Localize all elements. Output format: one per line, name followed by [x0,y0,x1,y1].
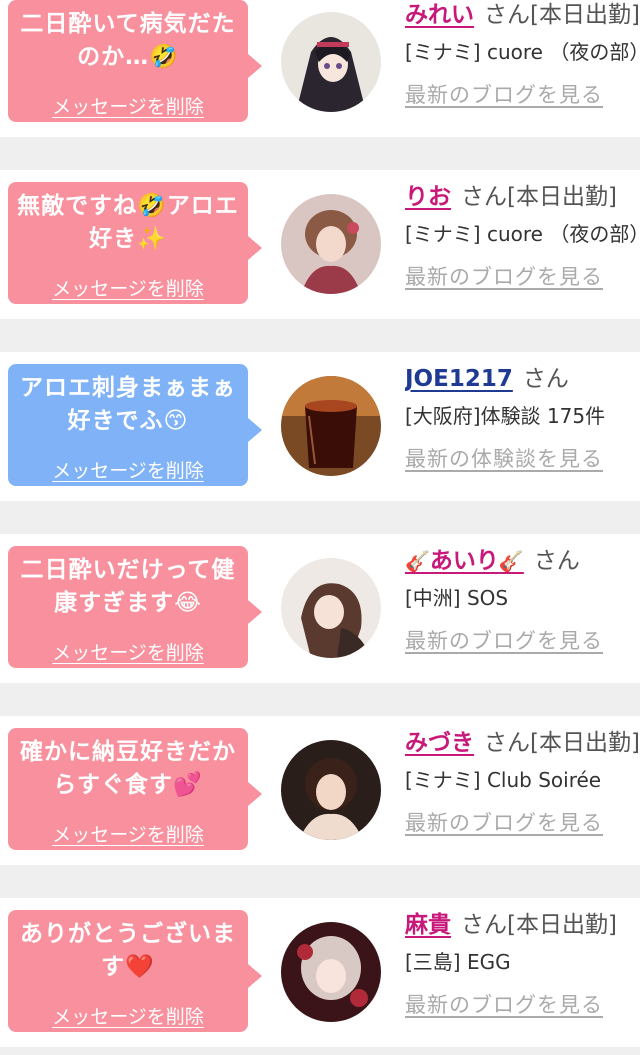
sender-suffix: さん[本日出勤] [461,912,617,938]
message-text: アロエ刺身まぁまぁ好きでふ😙 [20,375,236,434]
latest-blog-link[interactable]: 最新のブログを見る [405,626,640,656]
message-text: 無敵ですね🤣アロエ好き✨ [17,193,239,252]
message-bubble: 二日酔いだけって健康すぎます😂 メッセージを削除 [8,546,262,668]
avatar[interactable] [281,922,381,1022]
sender-info: みづき さん[本日出勤] [ミナミ] Club Soirée 最新のブログを見る [405,726,640,838]
sender-name-text: あいり [429,548,499,574]
sender-name-link[interactable]: みづき [405,730,474,756]
sender-info: 麻貴 さん[本日出勤] [三島] EGG 最新のブログを見る [405,908,640,1020]
message-bubble: ありがとうございます❤️ メッセージを削除 [8,910,262,1032]
shop-label: [ミナミ] cuore （夜の部） [405,40,640,64]
latest-blog-link[interactable]: 最新のブログを見る [405,262,640,292]
sender-name-link[interactable]: 🎸あいり🎸 [405,548,524,574]
sender-info: りお さん[本日出勤] [ミナミ] cuore （夜の部） 最新のブログを見る [405,180,640,292]
message-card: 無敵ですね🤣アロエ好き✨ メッセージを削除 りお さん[本日出勤] [ミナミ] c… [0,170,640,319]
sender-suffix: さん [533,548,580,574]
message-text: ありがとうございます❤️ [20,921,236,980]
delete-message-link[interactable]: メッセージを削除 [52,92,204,119]
sender-info: みれい さん[本日出勤] [ミナミ] cuore （夜の部） 最新のブログを見る [405,0,640,110]
avatar[interactable] [281,740,381,840]
delete-message-link[interactable]: メッセージを削除 [52,456,204,483]
message-card: アロエ刺身まぁまぁ好きでふ😙 メッセージを削除 JOE1217 さん [大阪府]体… [0,352,640,501]
message-text: 二日酔いだけって健康すぎます😂 [20,557,236,616]
avatar[interactable] [281,12,381,112]
message-bubble: 確かに納豆好きだからすぐ食す💕 メッセージを削除 [8,728,262,850]
delete-message-link[interactable]: メッセージを削除 [52,1002,204,1029]
shop-label: [中洲] SOS [405,586,509,610]
message-bubble: アロエ刺身まぁまぁ好きでふ😙 メッセージを削除 [8,364,262,486]
guitar-icon: 🎸 [498,549,524,573]
shop-label: [三島] EGG [405,950,511,974]
message-bubble: 二日酔いて病気だたのか…🤣 メッセージを削除 [8,0,262,122]
message-card: ありがとうございます❤️ メッセージを削除 麻貴 さん[本日出勤] [三島] EG… [0,898,640,1047]
message-card: 確かに納豆好きだからすぐ食す💕 メッセージを削除 みづき さん[本日出勤] [ミナ… [0,716,640,865]
shop-label: [ミナミ] Club Soirée [405,768,602,792]
sender-info: 🎸あいり🎸 さん [中洲] SOS 最新のブログを見る [405,544,640,656]
avatar[interactable] [281,376,381,476]
sender-info: JOE1217 さん [大阪府]体験談 175件 最新の体験談を見る [405,362,640,474]
latest-review-link[interactable]: 最新の体験談を見る [405,444,640,474]
delete-message-link[interactable]: メッセージを削除 [52,820,204,847]
sender-suffix: さん[本日出勤] [484,730,640,756]
avatar[interactable] [281,194,381,294]
sender-name-link[interactable]: りお [405,184,451,210]
shop-label: [大阪府]体験談 175件 [405,404,606,428]
latest-blog-link[interactable]: 最新のブログを見る [405,808,640,838]
shop-label: [ミナミ] cuore （夜の部） [405,222,640,246]
guitar-icon: 🎸 [405,549,430,573]
sender-name-link[interactable]: 麻貴 [405,912,451,938]
message-card: 二日酔いだけって健康すぎます😂 メッセージを削除 🎸あいり🎸 さん [中洲] SO… [0,534,640,683]
message-text: 二日酔いて病気だたのか…🤣 [20,11,236,70]
message-bubble: 無敵ですね🤣アロエ好き✨ メッセージを削除 [8,182,262,304]
latest-blog-link[interactable]: 最新のブログを見る [405,80,640,110]
latest-blog-link[interactable]: 最新のブログを見る [405,990,640,1020]
sender-name-link[interactable]: みれい [405,2,474,28]
sender-name-link[interactable]: JOE1217 [405,366,513,392]
avatar[interactable] [281,558,381,658]
delete-message-link[interactable]: メッセージを削除 [52,638,204,665]
message-list: 二日酔いて病気だたのか…🤣 メッセージを削除 みれい さん[本日出勤] [ミナミ]… [0,0,640,1047]
message-card: 二日酔いて病気だたのか…🤣 メッセージを削除 みれい さん[本日出勤] [ミナミ]… [0,0,640,137]
sender-suffix: さん[本日出勤] [484,2,640,28]
message-text: 確かに納豆好きだからすぐ食す💕 [20,739,236,798]
sender-suffix: さん [522,366,569,392]
sender-suffix: さん[本日出勤] [461,184,617,210]
delete-message-link[interactable]: メッセージを削除 [52,274,204,301]
